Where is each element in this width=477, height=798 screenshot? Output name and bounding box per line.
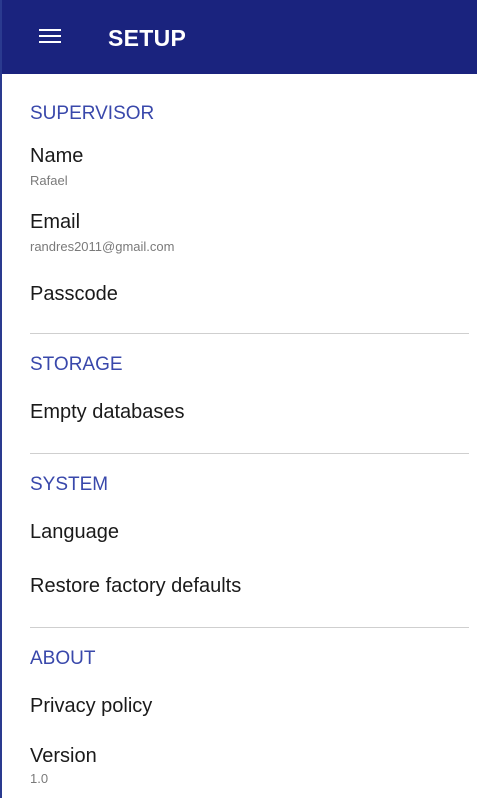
pref-version[interactable]: Version 1.0 bbox=[4, 738, 477, 796]
pref-passcode[interactable]: Passcode bbox=[4, 272, 477, 316]
settings-screen: SETUP SUPERVISOR Name Rafael Email randr… bbox=[0, 0, 477, 798]
pref-empty-databases-title: Empty databases bbox=[30, 401, 185, 423]
page-title: SETUP bbox=[108, 25, 187, 51]
pref-language[interactable]: Language bbox=[4, 510, 477, 556]
pref-name-value: Rafael bbox=[30, 173, 68, 188]
section-header-storage: STORAGE bbox=[30, 354, 123, 375]
pref-empty-databases[interactable]: Empty databases bbox=[4, 390, 477, 436]
pref-version-title: Version bbox=[30, 745, 97, 767]
pref-privacy-policy[interactable]: Privacy policy bbox=[4, 684, 477, 730]
pref-email-title: Email bbox=[30, 211, 81, 233]
section-divider bbox=[30, 333, 469, 334]
pref-passcode-title: Passcode bbox=[30, 283, 118, 305]
hamburger-menu-icon[interactable] bbox=[39, 27, 61, 45]
pref-name[interactable]: Name Rafael bbox=[4, 138, 477, 196]
pref-name-title: Name bbox=[30, 145, 84, 167]
pref-privacy-title: Privacy policy bbox=[30, 695, 153, 717]
section-header-system: SYSTEM bbox=[30, 474, 109, 495]
app-toolbar: SETUP bbox=[2, 0, 477, 74]
pref-email-value: randres2011@gmail.com bbox=[30, 239, 175, 254]
pref-restore-factory-defaults[interactable]: Restore factory defaults bbox=[4, 564, 477, 610]
pref-restore-title: Restore factory defaults bbox=[30, 575, 242, 597]
section-divider bbox=[30, 627, 469, 628]
section-header-about: ABOUT bbox=[30, 648, 96, 669]
pref-email[interactable]: Email randres2011@gmail.com bbox=[4, 204, 477, 262]
section-divider bbox=[30, 453, 469, 454]
pref-version-value: 1.0 bbox=[30, 771, 49, 786]
pref-language-title: Language bbox=[30, 521, 119, 543]
section-header-supervisor: SUPERVISOR bbox=[30, 103, 155, 124]
